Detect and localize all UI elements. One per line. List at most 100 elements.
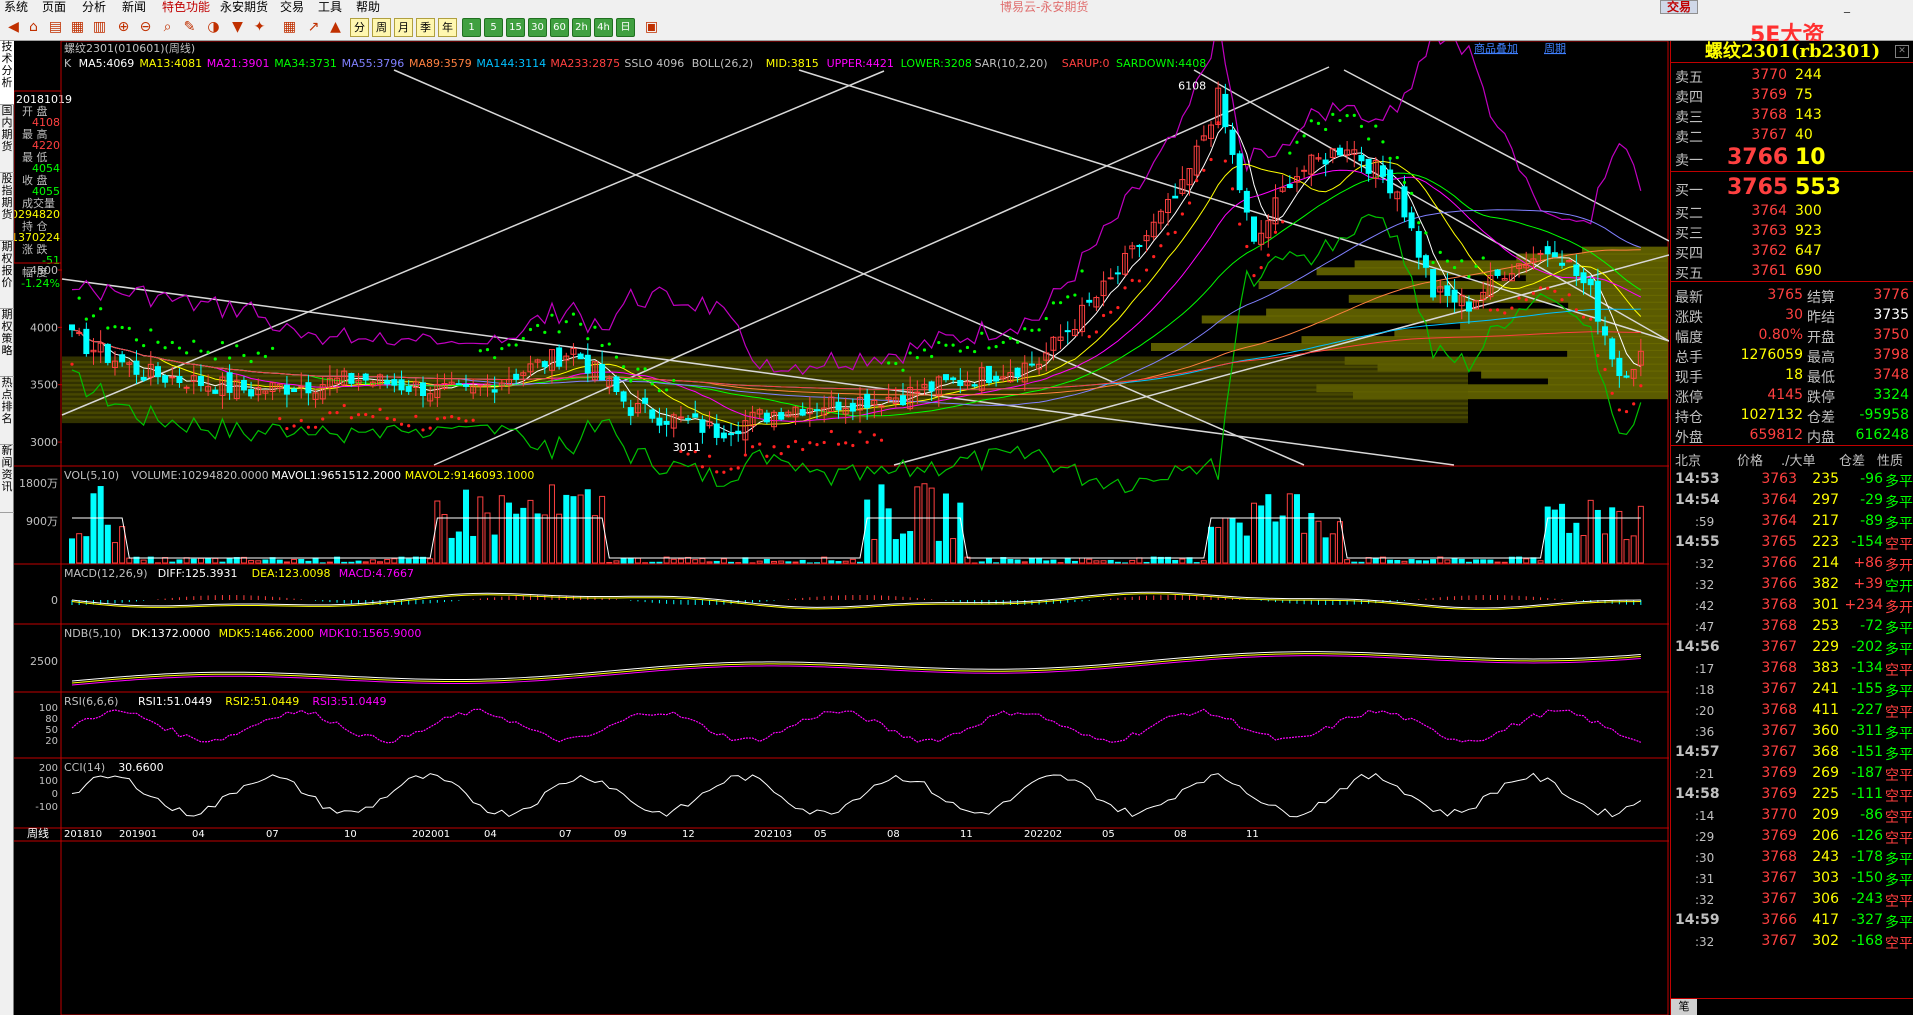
tick-row[interactable]: :30 3768 243 -178 多平 <box>1671 847 1913 868</box>
tab-news[interactable]: 新闻资讯 <box>0 445 14 513</box>
new-icon[interactable]: ✦ <box>250 18 269 37</box>
period-day[interactable]: 日 <box>616 18 635 37</box>
overlay-link[interactable]: 商品叠加 <box>1474 41 1518 55</box>
period-link[interactable]: 周期 <box>1544 42 1566 55</box>
stat-value: -95958 <box>1859 407 1909 423</box>
chart-icon[interactable]: ▥ <box>90 18 109 37</box>
close-icon[interactable]: ✕ <box>1895 45 1909 58</box>
palette-icon[interactable]: ◑ <box>204 18 223 37</box>
period-year[interactable]: 年 <box>438 18 457 37</box>
tick-row[interactable]: :32 3766 214 +86 多开 <box>1671 553 1913 574</box>
menu-page[interactable]: 页面 <box>42 0 66 14</box>
tab-technical-analysis[interactable]: 技术分析 <box>0 41 14 105</box>
tab-options-quote[interactable]: 期权报价 <box>0 241 14 309</box>
tick-row[interactable]: :17 3768 383 -134 空平 <box>1671 658 1913 679</box>
filter-icon[interactable]: ▼ <box>228 18 247 37</box>
menu-help[interactable]: 帮助 <box>356 0 380 14</box>
pen-icon[interactable]: ✎ <box>180 18 199 37</box>
menu-special[interactable]: 特色功能 <box>162 0 210 14</box>
tick-row[interactable]: 14:57 3767 368 -151 多平 <box>1671 742 1913 763</box>
menu-yongan[interactable]: 永安期货 <box>220 0 268 14</box>
tick-row[interactable]: :32 3767 306 -243 空平 <box>1671 889 1913 910</box>
candle-body <box>1107 277 1114 280</box>
tick-row[interactable]: :47 3768 253 -72 多平 <box>1671 616 1913 637</box>
ask-row[interactable]: 卖一 3766 10 <box>1671 145 1913 171</box>
tick-row[interactable]: :18 3767 241 -155 多平 <box>1671 679 1913 700</box>
magnifier-icon[interactable]: ⌕ <box>158 18 177 37</box>
tick-chart-icon[interactable]: ▲ <box>326 18 345 37</box>
period-60[interactable]: 60 <box>550 18 569 37</box>
chart-area[interactable]: 螺纹2301(010601)(周线) 商品叠加 周期 K MA5:4069 MA13:40… <box>14 41 1669 1015</box>
tab-index-futures[interactable]: 股指期货 <box>0 173 14 241</box>
period-2h[interactable]: 2h <box>572 18 591 37</box>
volume-bar <box>548 484 555 564</box>
ask-row[interactable]: 卖三 3768 143 <box>1671 105 1913 126</box>
menu-news[interactable]: 新闻 <box>122 0 146 14</box>
menu-system[interactable]: 系统 <box>4 0 28 14</box>
volume-bar <box>1043 560 1050 564</box>
tab-options-strategy[interactable]: 期权策略 <box>0 309 14 377</box>
period-quarter[interactable]: 季 <box>416 18 435 37</box>
ask-row[interactable]: 卖四 3769 75 <box>1671 85 1913 106</box>
period-5[interactable]: 5 <box>484 18 503 37</box>
menu-trade[interactable]: 交易 <box>280 0 304 14</box>
tick-row[interactable]: :29 3769 206 -126 空平 <box>1671 826 1913 847</box>
tick-row[interactable]: :14 3770 209 -86 空平 <box>1671 805 1913 826</box>
sar-dot <box>528 327 533 332</box>
tick-row[interactable]: 14:59 3766 417 -327 多平 <box>1671 910 1913 931</box>
tick-row[interactable]: :59 3764 217 -89 多平 <box>1671 511 1913 532</box>
tick-nature: 空平 <box>1885 537 1913 553</box>
bid-row[interactable]: 买四 3762 647 <box>1671 241 1913 262</box>
tick-row[interactable]: :20 3768 411 -227 空平 <box>1671 700 1913 721</box>
minimize-icon[interactable]: _ <box>1838 0 1856 13</box>
period-month[interactable]: 月 <box>394 18 413 37</box>
tick-row[interactable]: :42 3768 301 +234 多开 <box>1671 595 1913 616</box>
tab-ticks[interactable]: 笔 <box>1671 999 1697 1015</box>
tick-row[interactable]: 14:58 3769 225 -111 空平 <box>1671 784 1913 805</box>
bid-row[interactable]: 买一 3765 553 <box>1671 175 1913 201</box>
tick-price: 3767 <box>1761 639 1797 655</box>
chart-canvas[interactable]: 螺纹2301(010601)(周线) 商品叠加 周期 K MA5:4069 MA13:40… <box>14 41 1669 1015</box>
menu-analysis[interactable]: 分析 <box>82 0 106 14</box>
tick-row[interactable]: :21 3769 269 -187 空平 <box>1671 763 1913 784</box>
book-icon[interactable]: ▤ <box>46 18 65 37</box>
back-icon[interactable]: ◀ <box>4 18 23 37</box>
line-chart-icon[interactable]: ↗ <box>304 18 323 37</box>
tick-row[interactable]: :31 3767 303 -150 多平 <box>1671 868 1913 889</box>
period-minute[interactable]: 分 <box>350 18 369 37</box>
bid-row[interactable]: 买二 3764 300 <box>1671 201 1913 222</box>
period-week[interactable]: 周 <box>372 18 391 37</box>
news-icon[interactable]: ▦ <box>68 18 87 37</box>
candle-body <box>391 379 398 386</box>
menu-tools[interactable]: 工具 <box>318 0 342 14</box>
tick-row[interactable]: 14:54 3764 297 -29 多平 <box>1671 490 1913 511</box>
grid-icon[interactable]: ▦ <box>280 18 299 37</box>
tick-row[interactable]: 14:53 3763 235 -96 多平 <box>1671 469 1913 490</box>
tick-row[interactable]: :32 3767 302 -168 空平 <box>1671 931 1913 952</box>
stat-value: 3735 <box>1873 307 1909 323</box>
home-icon[interactable]: ⌂ <box>24 18 43 37</box>
tick-row[interactable]: 14:55 3765 223 -154 空平 <box>1671 532 1913 553</box>
period-4h[interactable]: 4h <box>594 18 613 37</box>
candle-body <box>1401 186 1408 218</box>
tick-row[interactable]: 14:56 3767 229 -202 多平 <box>1671 637 1913 658</box>
tick-row[interactable]: :32 3766 382 +39 空开 <box>1671 574 1913 595</box>
tab-hot-rank[interactable]: 热点排名 <box>0 377 14 445</box>
settings-icon[interactable]: ▣ <box>642 18 661 37</box>
rsi-legend: RSI2:51.0449 <box>225 695 299 708</box>
ask-row[interactable]: 卖五 3770 244 <box>1671 65 1913 86</box>
period-1[interactable]: 1 <box>462 18 481 37</box>
zoom-in-icon[interactable]: ⊕ <box>114 18 133 37</box>
volume-bar <box>119 526 126 564</box>
zoom-out-icon[interactable]: ⊖ <box>136 18 155 37</box>
period-15[interactable]: 15 <box>506 18 525 37</box>
bid-row[interactable]: 买五 3761 690 <box>1671 261 1913 282</box>
tab-domestic-futures[interactable]: 国内期货 <box>0 105 14 173</box>
bid-row[interactable]: 买三 3763 923 <box>1671 221 1913 242</box>
main-legend: BOLL(26,2) <box>692 57 753 70</box>
bid-price: 3764 <box>1751 203 1787 219</box>
tick-row[interactable]: :36 3767 360 -311 多平 <box>1671 721 1913 742</box>
ask-row[interactable]: 卖二 3767 40 <box>1671 125 1913 146</box>
period-30[interactable]: 30 <box>528 18 547 37</box>
trade-button[interactable]: 交易 <box>1660 0 1699 14</box>
